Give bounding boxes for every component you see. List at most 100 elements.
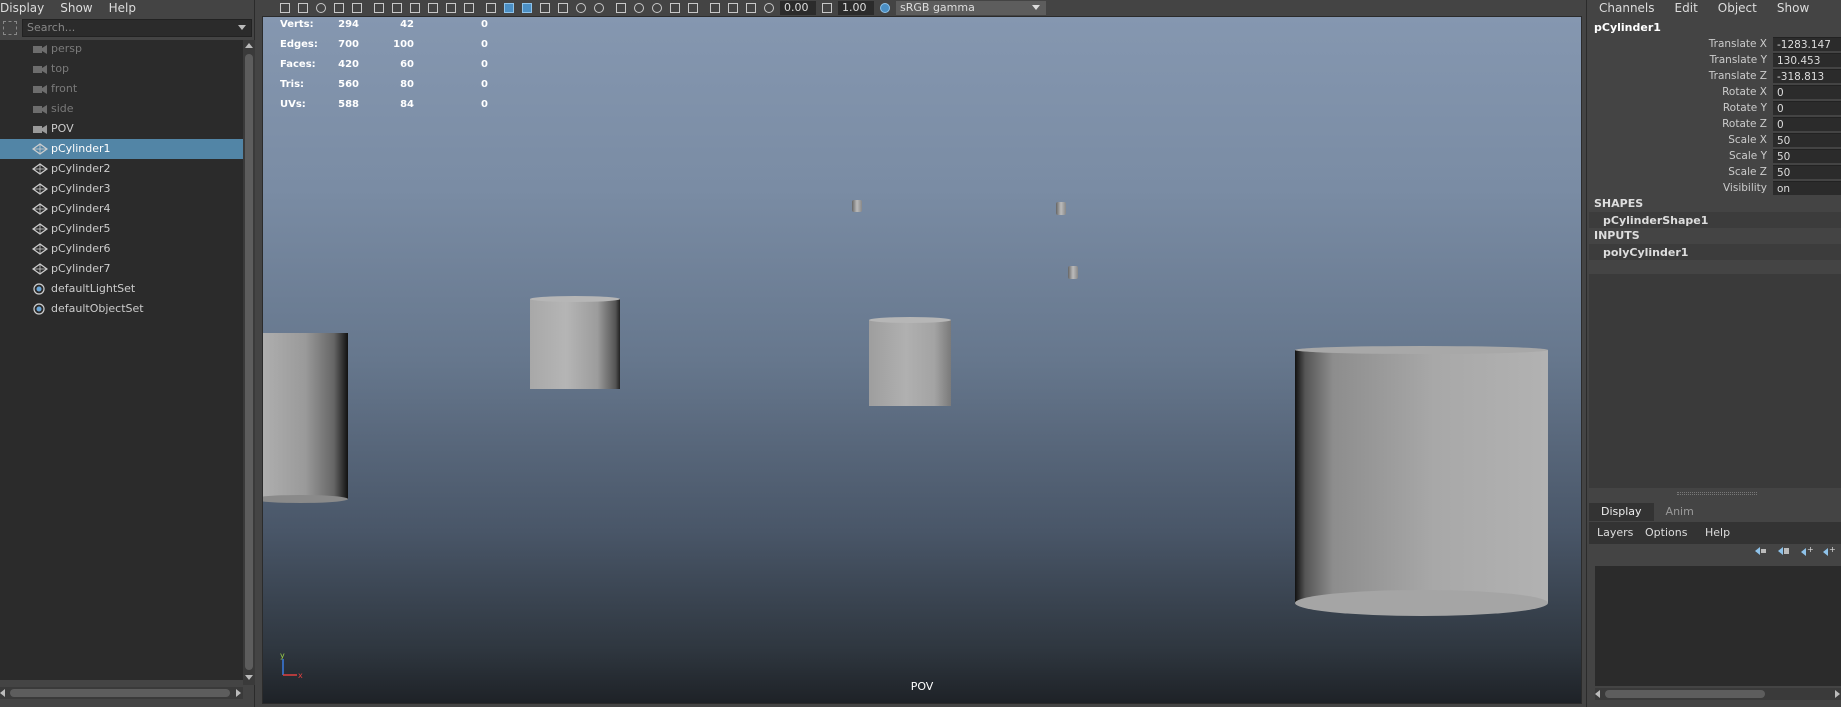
attribute-row-translate-z[interactable]: Translate Z -318.813 [1587, 68, 1841, 84]
filter-icon[interactable] [3, 21, 17, 35]
attribute-row-rotate-x[interactable]: Rotate X 0 [1587, 84, 1841, 100]
attribute-name[interactable]: Rotate Y [1723, 102, 1767, 114]
attribute-row-scale-x[interactable]: Scale X 50 [1587, 132, 1841, 148]
menu-layers[interactable]: Layers [1597, 526, 1633, 539]
camera-view-icon[interactable] [708, 1, 722, 15]
select-tool-icon[interactable] [686, 1, 700, 15]
layer-horizontal-scrollbar[interactable] [1595, 688, 1841, 700]
attribute-row-scale-y[interactable]: Scale Y 50 [1587, 148, 1841, 164]
shadows-icon[interactable] [592, 1, 606, 15]
attribute-row-rotate-z[interactable]: Rotate Z 0 [1587, 116, 1841, 132]
select-camera-icon[interactable] [278, 1, 292, 15]
attribute-row-visibility[interactable]: Visibility on [1587, 180, 1841, 196]
outliner-item-front[interactable]: front [0, 79, 243, 99]
lighting-icon[interactable] [574, 1, 588, 15]
cylinder-mesh-far-3[interactable] [1068, 266, 1078, 279]
new-layer-icon[interactable]: + [1799, 545, 1813, 557]
scroll-right-icon[interactable] [1835, 690, 1840, 698]
move-layer-up-icon[interactable] [1753, 545, 1767, 557]
scroll-right-icon[interactable] [236, 689, 241, 697]
outliner-menu-display[interactable]: Display [0, 1, 44, 15]
camera-attributes-icon[interactable] [296, 1, 310, 15]
backface-icon[interactable] [668, 1, 682, 15]
attribute-value-field[interactable]: 0 [1773, 101, 1841, 115]
outliner-item-pov[interactable]: POV [0, 119, 243, 139]
attribute-name[interactable]: Rotate Z [1722, 118, 1767, 130]
attribute-row-translate-x[interactable]: Translate X -1283.147 [1587, 36, 1841, 52]
scroll-thumb[interactable] [1605, 690, 1765, 698]
scroll-up-icon[interactable] [245, 43, 253, 48]
outliner-item-defaultlightset[interactable]: defaultLightSet [0, 279, 243, 299]
color-management-icon[interactable] [878, 1, 892, 15]
layer-list[interactable] [1595, 566, 1841, 686]
attribute-name[interactable]: Visibility [1723, 182, 1767, 194]
bookmark-icon[interactable] [314, 1, 328, 15]
new-layer-selected-icon[interactable]: + [1821, 545, 1835, 557]
outliner-item-pcylinder7[interactable]: pCylinder7 [0, 259, 243, 279]
attribute-name[interactable]: Translate X [1709, 38, 1767, 50]
attribute-name[interactable]: Rotate X [1722, 86, 1767, 98]
outliner-item-pcylinder3[interactable]: pCylinder3 [0, 179, 243, 199]
film-gate-icon[interactable] [390, 1, 404, 15]
outliner-item-defaultobjectset[interactable]: defaultObjectSet [0, 299, 243, 319]
wireframe-on-shaded-icon[interactable] [520, 1, 534, 15]
gamma-field[interactable]: 1.00 [838, 1, 874, 15]
input-node-row[interactable]: polyCylinder1 [1589, 244, 1841, 260]
outliner-item-pcylinder1[interactable]: pCylinder1 [0, 139, 243, 159]
checker-icon[interactable] [556, 1, 570, 15]
3d-viewport[interactable]: Verts: 294 42 0 Edges: 700 100 0 Faces: 420 60 0 Tri… [262, 16, 1582, 704]
menu-options[interactable]: Options [1645, 526, 1687, 539]
outliner-search-input[interactable]: Search... [22, 19, 252, 37]
attribute-value-field[interactable]: 130.453 [1773, 53, 1841, 67]
attribute-value-field[interactable]: 0 [1773, 117, 1841, 131]
outliner-item-pcylinder5[interactable]: pCylinder5 [0, 219, 243, 239]
outliner-item-pcylinder2[interactable]: pCylinder2 [0, 159, 243, 179]
gate-mask-icon[interactable] [426, 1, 440, 15]
menu-help[interactable]: Help [1705, 526, 1730, 539]
move-layer-down-icon[interactable] [1776, 545, 1790, 557]
cylinder-mesh-far-2[interactable] [1056, 202, 1066, 215]
scroll-thumb[interactable] [245, 54, 253, 670]
scroll-thumb[interactable] [10, 689, 230, 697]
attribute-row-translate-y[interactable]: Translate Y 130.453 [1587, 52, 1841, 68]
outliner-item-pcylinder4[interactable]: pCylinder4 [0, 199, 243, 219]
outliner-menu-help[interactable]: Help [109, 1, 136, 15]
menu-object[interactable]: Object [1718, 1, 1757, 15]
attribute-row-rotate-y[interactable]: Rotate Y 0 [1587, 100, 1841, 116]
image-plane-icon[interactable] [332, 1, 346, 15]
xray-icon[interactable] [632, 1, 646, 15]
exposure-field[interactable]: 0.00 [780, 1, 816, 15]
cylinder-mesh-center[interactable] [869, 317, 951, 406]
color-space-dropdown[interactable]: sRGB gamma [896, 1, 1046, 15]
menu-edit[interactable]: Edit [1675, 1, 1698, 15]
attribute-value-field[interactable]: 50 [1773, 133, 1841, 147]
scroll-left-icon[interactable] [0, 689, 5, 697]
outliner-item-pcylinder6[interactable]: pCylinder6 [0, 239, 243, 259]
attribute-value-field[interactable]: on [1773, 181, 1841, 195]
grid-icon[interactable] [372, 1, 386, 15]
wireframe-icon[interactable] [484, 1, 498, 15]
smooth-shade-icon[interactable] [502, 1, 516, 15]
attribute-value-field[interactable]: 0 [1773, 85, 1841, 99]
safe-action-icon[interactable] [462, 1, 476, 15]
outliner-item-top[interactable]: top [0, 59, 243, 79]
cylinder-mesh-near-left[interactable] [530, 296, 620, 389]
multisample-icon[interactable] [726, 1, 740, 15]
resolution-gate-icon[interactable] [408, 1, 422, 15]
attribute-name[interactable]: Scale Y [1729, 150, 1767, 162]
pencil-icon[interactable] [350, 1, 364, 15]
selected-object-name[interactable]: pCylinder1 [1594, 21, 1661, 34]
tab-display[interactable]: Display [1589, 503, 1654, 521]
outliner-item-side[interactable]: side [0, 99, 243, 119]
menu-channels[interactable]: Channels [1599, 1, 1655, 15]
outliner-menu-show[interactable]: Show [60, 1, 92, 15]
cylinder-mesh-far-1[interactable] [852, 200, 862, 212]
attribute-name[interactable]: Translate Z [1709, 70, 1767, 82]
attribute-value-field[interactable]: 50 [1773, 165, 1841, 179]
gamma-icon[interactable] [820, 1, 834, 15]
menu-show[interactable]: Show [1777, 1, 1809, 15]
attribute-value-field[interactable]: -1283.147 [1773, 37, 1841, 51]
textured-icon[interactable] [538, 1, 552, 15]
xray-joints-icon[interactable] [650, 1, 664, 15]
outliner-item-persp[interactable]: persp [0, 39, 243, 59]
